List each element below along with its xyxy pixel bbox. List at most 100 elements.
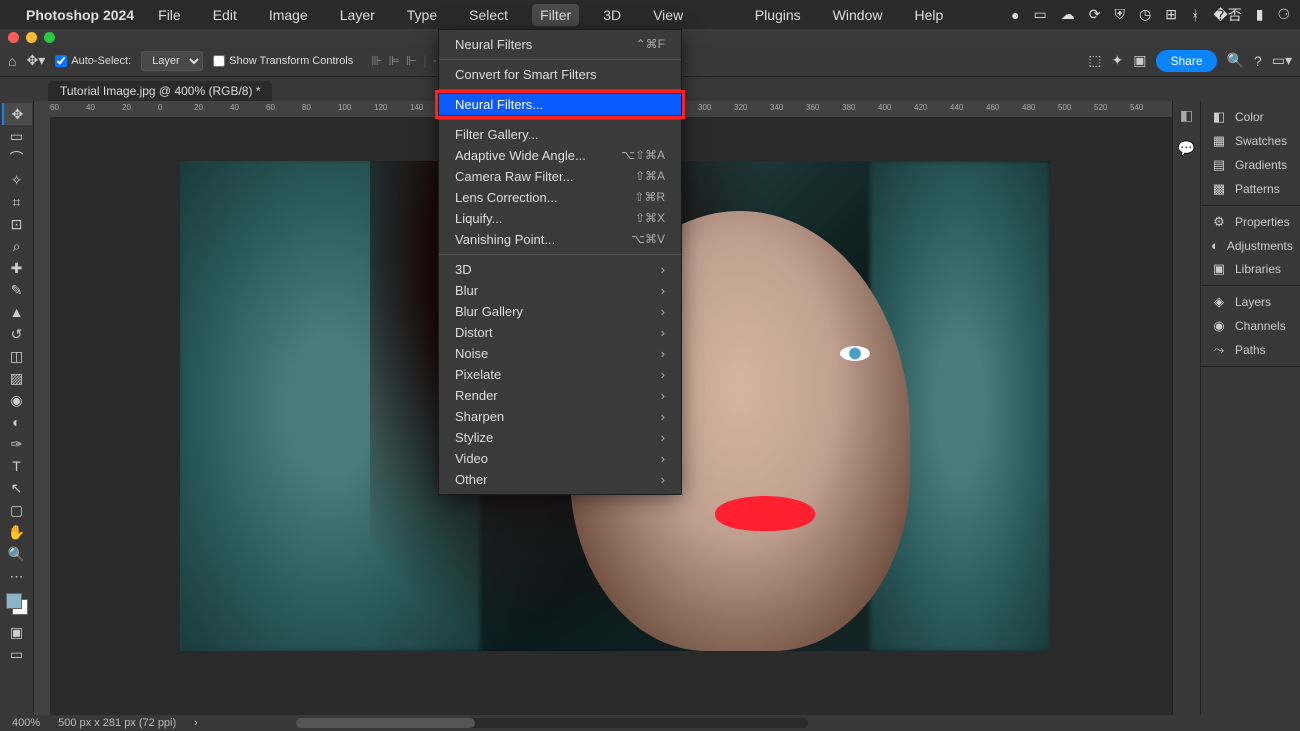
zoom-level[interactable]: 400%: [12, 717, 40, 729]
menu-item-vanishing-point---[interactable]: Vanishing Point...⌥⌘V: [439, 229, 681, 250]
brush-tool[interactable]: ✎: [2, 279, 32, 301]
menu-filter[interactable]: Filter: [532, 4, 579, 26]
history-brush-tool[interactable]: ↺: [2, 323, 32, 345]
record-icon[interactable]: ●: [1011, 7, 1019, 23]
dodge-tool[interactable]: ◐: [2, 411, 32, 433]
panel-row-adjustments[interactable]: ◐Adjustments: [1201, 234, 1300, 257]
menu-item-liquify---[interactable]: Liquify...⇧⌘X: [439, 208, 681, 229]
panel-row-properties[interactable]: ⚙Properties: [1201, 210, 1300, 234]
eyedropper-tool[interactable]: ⌕: [2, 235, 32, 257]
menu-help[interactable]: Help: [906, 4, 951, 26]
panel-icon-2[interactable]: 💬: [1178, 140, 1195, 157]
move-tool[interactable]: ✥: [2, 103, 32, 125]
menu-item-last-filter[interactable]: Neural Filters ⌃⌘F: [439, 34, 681, 55]
app-name[interactable]: Photoshop 2024: [26, 7, 134, 23]
scrollbar-thumb[interactable]: [296, 718, 475, 728]
menu-item-stylize[interactable]: Stylize›: [439, 427, 681, 448]
eraser-tool[interactable]: ◫: [2, 345, 32, 367]
shield-icon[interactable]: ⛨: [1115, 6, 1126, 23]
align-right-icon[interactable]: ⊩: [406, 53, 417, 69]
quick-mask-icon[interactable]: ▣: [2, 621, 32, 643]
lasso-tool[interactable]: ⌒: [2, 147, 32, 169]
auto-select-dropdown[interactable]: Layer: [141, 51, 203, 71]
3d-camera-icon[interactable]: ▣: [1133, 52, 1146, 69]
rectangle-tool[interactable]: ▢: [2, 499, 32, 521]
screen-icon[interactable]: ▭: [1034, 6, 1047, 23]
screen-mode-icon[interactable]: ▭: [2, 643, 32, 665]
show-transform-checkbox[interactable]: [213, 55, 225, 67]
menu-layer[interactable]: Layer: [332, 4, 383, 26]
panel-row-layers[interactable]: ◈Layers: [1201, 290, 1300, 314]
menu-item-render[interactable]: Render›: [439, 385, 681, 406]
menu-type[interactable]: Type: [399, 4, 445, 26]
search-icon[interactable]: 🔍: [1227, 52, 1244, 69]
edit-toolbar[interactable]: ⋯: [2, 565, 32, 587]
align-center-icon[interactable]: ⊫: [389, 53, 400, 69]
gradient-tool[interactable]: ▨: [2, 367, 32, 389]
stamp-tool[interactable]: ▲: [2, 301, 32, 323]
grid-icon[interactable]: ⊞: [1165, 6, 1177, 23]
hand-tool[interactable]: ✋: [2, 521, 32, 543]
help-icon[interactable]: ?: [1254, 53, 1262, 69]
menu-window[interactable]: Window: [825, 4, 891, 26]
frame-tool[interactable]: ⊡: [2, 213, 32, 235]
menu-item-neural-filters[interactable]: Neural Filters...: [439, 94, 681, 115]
menu-view[interactable]: View: [645, 4, 691, 26]
menu-item-sharpen[interactable]: Sharpen›: [439, 406, 681, 427]
panel-row-gradients[interactable]: ▤Gradients: [1201, 153, 1300, 177]
menu-item-blur[interactable]: Blur›: [439, 280, 681, 301]
control-center-icon[interactable]: ⚆: [1277, 6, 1290, 23]
home-icon[interactable]: ⌂: [8, 53, 16, 69]
menu-item-noise[interactable]: Noise›: [439, 343, 681, 364]
3d-mode-icon[interactable]: ⬚: [1088, 52, 1101, 69]
menu-image[interactable]: Image: [261, 4, 316, 26]
battery-icon[interactable]: ▮: [1256, 6, 1264, 23]
marquee-tool[interactable]: ▭: [2, 125, 32, 147]
panel-row-paths[interactable]: ⤳Paths: [1201, 338, 1300, 362]
menu-3d[interactable]: 3D: [595, 4, 629, 26]
panel-icon-1[interactable]: ◧: [1180, 107, 1193, 124]
menu-item-filter-gallery---[interactable]: Filter Gallery...: [439, 124, 681, 145]
menu-item-distort[interactable]: Distort›: [439, 322, 681, 343]
horizontal-scrollbar[interactable]: [296, 718, 808, 728]
menu-edit[interactable]: Edit: [205, 4, 245, 26]
menu-item-video[interactable]: Video›: [439, 448, 681, 469]
3d-axis-icon[interactable]: ✦: [1112, 52, 1124, 69]
menu-item-lens-correction---[interactable]: Lens Correction...⇧⌘R: [439, 187, 681, 208]
document-tab[interactable]: Tutorial Image.jpg @ 400% (RGB/8) *: [48, 81, 272, 101]
path-select-tool[interactable]: ↖: [2, 477, 32, 499]
menu-item-pixelate[interactable]: Pixelate›: [439, 364, 681, 385]
crop-tool[interactable]: ⌗: [2, 191, 32, 213]
menu-item-convert-smart[interactable]: Convert for Smart Filters: [439, 64, 681, 85]
wifi-icon[interactable]: �否: [1213, 5, 1241, 25]
move-tool-icon[interactable]: ✥▾: [26, 52, 45, 69]
zoom-tool[interactable]: 🔍: [2, 543, 32, 565]
menu-file[interactable]: File: [150, 4, 189, 26]
menu-item-3d[interactable]: 3D›: [439, 259, 681, 280]
zoom-window-button[interactable]: [44, 32, 55, 43]
menu-item-adaptive-wide-angle---[interactable]: Adaptive Wide Angle...⌥⇧⌘A: [439, 145, 681, 166]
magic-wand-tool[interactable]: ✧: [2, 169, 32, 191]
color-swatch[interactable]: [6, 593, 28, 615]
workspace-icon[interactable]: ▭▾: [1272, 52, 1292, 69]
cloud-icon[interactable]: ☁: [1061, 6, 1075, 23]
menu-item-other[interactable]: Other›: [439, 469, 681, 490]
panel-row-patterns[interactable]: ▩Patterns: [1201, 177, 1300, 201]
doc-dimensions[interactable]: 500 px x 281 px (72 ppi): [58, 717, 176, 729]
auto-select-checkbox[interactable]: [55, 55, 67, 67]
panel-row-channels[interactable]: ◉Channels: [1201, 314, 1300, 338]
share-button[interactable]: Share: [1156, 50, 1216, 72]
blur-tool[interactable]: ◉: [2, 389, 32, 411]
menu-plugins[interactable]: Plugins: [747, 4, 809, 26]
chevron-right-icon[interactable]: ›: [194, 717, 198, 729]
menu-select[interactable]: Select: [461, 4, 516, 26]
align-left-icon[interactable]: ⊪: [371, 53, 382, 69]
healing-tool[interactable]: ✚: [2, 257, 32, 279]
menu-item-blur-gallery[interactable]: Blur Gallery›: [439, 301, 681, 322]
clock-icon[interactable]: ◷: [1139, 6, 1151, 23]
bluetooth-icon[interactable]: ᚼ: [1191, 7, 1199, 23]
panel-row-swatches[interactable]: ▦Swatches: [1201, 129, 1300, 153]
sync-icon[interactable]: ⟳: [1089, 6, 1101, 23]
close-window-button[interactable]: [8, 32, 19, 43]
panel-row-color[interactable]: ◧Color: [1201, 105, 1300, 129]
